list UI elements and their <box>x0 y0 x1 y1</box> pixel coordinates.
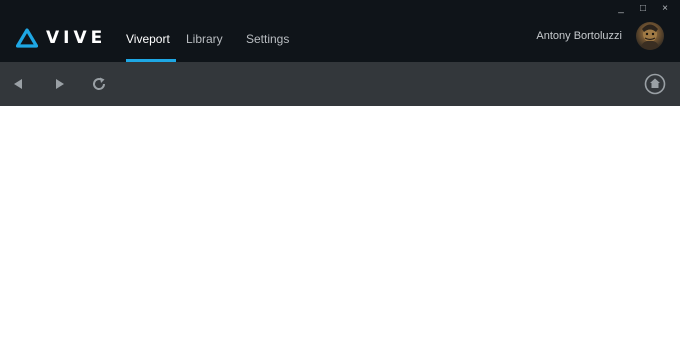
tab-viveport[interactable]: Viveport <box>126 24 176 62</box>
home-icon <box>644 73 666 95</box>
tab-settings-label: Settings <box>246 32 290 46</box>
maximize-button[interactable]: □ <box>634 3 652 15</box>
browser-toolbar <box>0 62 680 106</box>
forward-button[interactable] <box>50 74 70 94</box>
back-arrow-icon <box>14 79 22 89</box>
back-button[interactable] <box>8 74 28 94</box>
close-button[interactable]: × <box>656 3 674 15</box>
avatar-image-icon <box>640 24 660 50</box>
tab-viveport-label: Viveport <box>126 32 170 46</box>
refresh-icon <box>93 77 106 90</box>
tab-library-label: Library <box>186 32 223 46</box>
vive-triangle-icon <box>16 28 38 48</box>
vive-app-window: _ □ × VIVE Viveport Library Settings Ant… <box>0 0 680 364</box>
refresh-button[interactable] <box>89 74 109 94</box>
home-button[interactable] <box>644 73 666 95</box>
app-header: _ □ × VIVE Viveport Library Settings Ant… <box>0 0 680 62</box>
user-name[interactable]: Antony Bortoluzzi <box>536 29 622 43</box>
vive-logo: VIVE <box>16 28 106 48</box>
logo-text: VIVE <box>46 28 107 48</box>
window-controls: _ □ × <box>608 3 674 15</box>
minimize-button[interactable]: _ <box>612 3 630 15</box>
user-avatar[interactable] <box>636 22 664 50</box>
tab-library[interactable]: Library <box>186 24 246 54</box>
forward-arrow-icon <box>56 79 64 89</box>
webview-content <box>0 106 680 364</box>
tab-settings[interactable]: Settings <box>246 24 306 54</box>
main-nav: Viveport Library Settings <box>126 24 306 62</box>
